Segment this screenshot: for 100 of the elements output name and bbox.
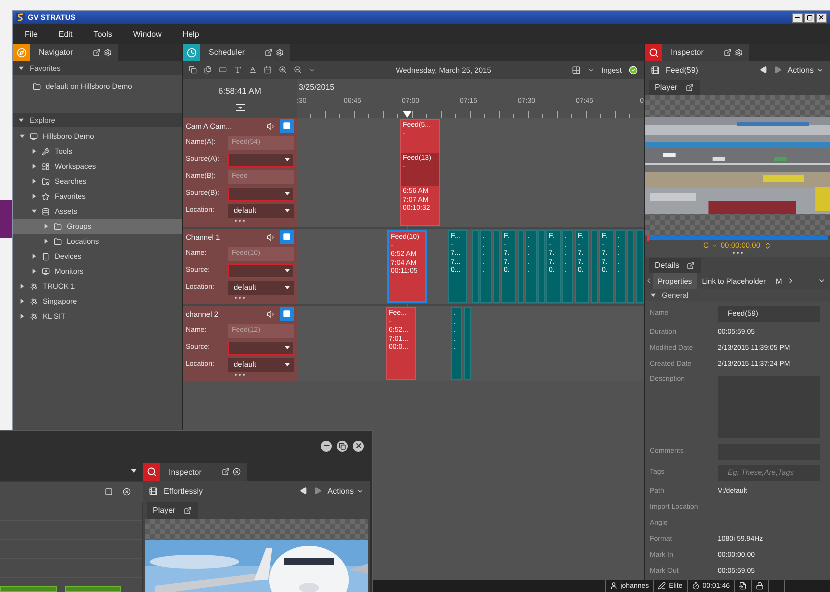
wrench-icon — [42, 148, 50, 156]
clip-block[interactable] — [0, 586, 57, 592]
dashboard-icon — [42, 162, 50, 170]
grip-icon[interactable] — [234, 219, 246, 223]
close-icon[interactable] — [123, 488, 131, 496]
clip-block[interactable] — [65, 586, 121, 592]
monitor-icon — [30, 132, 38, 140]
actions-menu[interactable]: Actions — [328, 486, 364, 496]
collapse-icon[interactable] — [236, 104, 244, 111]
panel-tab[interactable]: Navigator — [13, 44, 118, 61]
minimize-button[interactable] — [321, 440, 332, 452]
zoom-in-icon[interactable] — [279, 66, 287, 74]
settings-icon[interactable] — [276, 48, 284, 56]
caret-icon — [285, 362, 290, 366]
lock-icon[interactable] — [756, 582, 764, 590]
film-icon — [149, 486, 158, 496]
settings-icon[interactable] — [734, 48, 743, 56]
caret-icon[interactable] — [588, 66, 595, 74]
next-icon[interactable] — [774, 66, 782, 74]
rectangle-icon[interactable] — [219, 66, 227, 74]
stop-button[interactable] — [280, 119, 294, 133]
menu-item[interactable]: Window — [133, 30, 162, 38]
disclosure-triangle-icon[interactable] — [20, 284, 25, 289]
current-time: 6:58:41 AM — [218, 86, 262, 96]
menu-item[interactable]: Tools — [94, 30, 112, 38]
close-icon[interactable] — [232, 468, 241, 476]
scroll-left-icon[interactable] — [645, 277, 653, 285]
close-button[interactable] — [816, 12, 827, 22]
caret-icon — [712, 242, 718, 248]
disclosure-triangle-icon[interactable] — [32, 254, 37, 259]
next-icon[interactable] — [314, 487, 322, 495]
menu-item[interactable]: File — [25, 30, 38, 38]
panel-tab[interactable]: Inspector — [645, 44, 749, 61]
caret-icon — [285, 268, 290, 272]
actions-menu[interactable]: Actions — [788, 66, 824, 74]
disclosure-triangle-icon[interactable] — [20, 314, 25, 319]
caret-icon[interactable] — [818, 277, 826, 285]
disclosure-triangle-icon[interactable] — [44, 224, 49, 229]
caret-icon — [285, 286, 290, 290]
scrub-handle[interactable] — [647, 235, 649, 241]
disclosure-triangle-icon[interactable] — [19, 118, 24, 122]
undock-icon[interactable] — [265, 48, 274, 56]
close-icon — [818, 14, 825, 21]
disclosure-triangle-icon[interactable] — [651, 292, 656, 298]
stop-button[interactable] — [280, 307, 294, 321]
grip-icon[interactable] — [234, 296, 246, 300]
stop-button[interactable] — [280, 230, 294, 244]
disclosure-triangle-icon[interactable] — [32, 164, 37, 169]
player-tab[interactable]: Player — [147, 502, 198, 519]
baseline-icon[interactable] — [249, 66, 257, 74]
stepper-icon[interactable] — [764, 242, 772, 250]
clock-icon — [183, 44, 200, 61]
disclosure-triangle-icon[interactable] — [32, 269, 37, 274]
asset-name: Effortlessly — [164, 486, 203, 496]
caret-icon[interactable] — [131, 469, 137, 473]
disclosure-triangle-icon[interactable] — [32, 179, 37, 184]
restore-button[interactable] — [337, 440, 348, 452]
disclosure-triangle-icon[interactable] — [20, 299, 25, 304]
calendar-icon[interactable] — [264, 66, 272, 74]
disclosure-triangle-icon[interactable] — [32, 209, 37, 214]
copy-icon[interactable] — [189, 66, 197, 74]
disclosure-triangle-icon[interactable] — [44, 239, 49, 244]
settings-icon[interactable] — [104, 48, 112, 56]
wallpaper — [0, 200, 12, 238]
caret-icon — [285, 208, 290, 212]
folder-icon — [54, 222, 62, 230]
panel-tab[interactable]: Inspector — [143, 463, 247, 481]
film-icon — [651, 66, 660, 74]
maximize-icon — [806, 14, 812, 20]
undock-icon[interactable] — [724, 48, 732, 56]
zoom-out-icon[interactable] — [294, 66, 302, 74]
maximize-icon[interactable] — [105, 488, 113, 496]
minimize-button[interactable] — [792, 12, 803, 22]
disclosure-triangle-icon[interactable] — [19, 66, 24, 70]
database-icon — [42, 208, 50, 216]
previous-icon[interactable] — [760, 66, 768, 74]
disclosure-triangle-icon[interactable] — [32, 149, 37, 154]
maximize-button[interactable] — [804, 12, 815, 22]
text-icon[interactable] — [234, 66, 242, 74]
files-icon[interactable] — [204, 66, 212, 74]
speaker-icon — [267, 310, 276, 318]
menu-item[interactable]: Help — [182, 30, 200, 38]
panel-tab[interactable]: Scheduler — [183, 44, 290, 61]
caret-icon — [285, 346, 290, 350]
disclosure-triangle-icon[interactable] — [32, 194, 37, 199]
undock-icon[interactable] — [93, 48, 102, 56]
player-tab[interactable]: Player — [649, 80, 700, 95]
user-icon — [610, 582, 618, 590]
grip-icon[interactable] — [732, 251, 744, 255]
menu-item[interactable]: Edit — [58, 30, 73, 38]
import-icon[interactable] — [739, 582, 747, 590]
grid-icon[interactable] — [572, 66, 581, 74]
previous-icon[interactable] — [300, 487, 308, 495]
undock-icon[interactable] — [222, 468, 230, 476]
close-icon — [354, 442, 362, 450]
close-button[interactable] — [353, 440, 364, 452]
details-tab[interactable]: Details — [649, 258, 702, 273]
disclosure-triangle-icon[interactable] — [20, 134, 25, 139]
caret-icon — [285, 192, 290, 196]
grip-icon[interactable] — [234, 373, 246, 377]
